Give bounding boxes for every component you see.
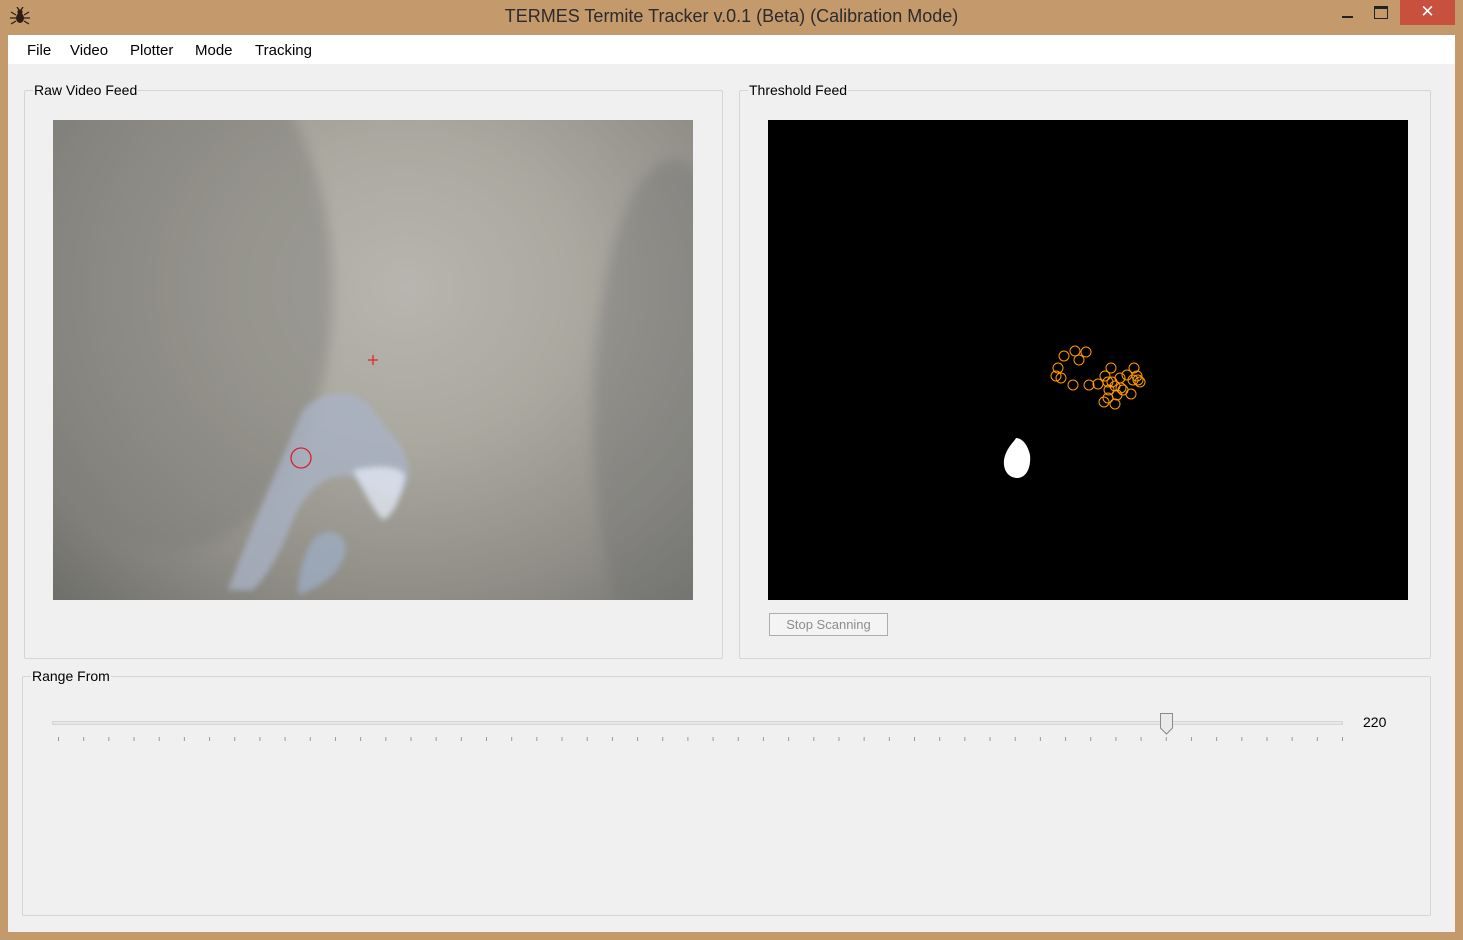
close-button[interactable]: ✕	[1400, 0, 1455, 25]
track-marker	[1069, 345, 1081, 357]
track-marker	[1067, 379, 1079, 391]
track-marker	[1134, 376, 1146, 388]
raw-video-group: Raw Video Feed	[24, 82, 723, 659]
close-icon: ✕	[1420, 2, 1435, 21]
threshold-frame	[1003, 345, 1146, 478]
menu-file[interactable]: File	[27, 42, 51, 59]
track-marker	[1125, 388, 1137, 400]
main-window: File Video Plotter Mode Tracking Raw Vid…	[8, 35, 1455, 932]
raw-video-label: Raw Video Feed	[33, 82, 139, 98]
range-slider-track[interactable]	[52, 721, 1343, 725]
range-label: Range From	[31, 668, 111, 684]
threshold-group: Threshold Feed Stop Scanning	[739, 82, 1431, 659]
track-marker	[1073, 354, 1085, 366]
stop-scanning-button[interactable]: Stop Scanning	[769, 613, 888, 636]
window-title: TERMES Termite Tracker v.0.1 (Beta) (Cal…	[504, 6, 959, 26]
menu-plotter[interactable]: Plotter	[130, 42, 173, 59]
minimize-button[interactable]	[1335, 0, 1361, 27]
track-marker	[1058, 350, 1070, 362]
menu-mode[interactable]: Mode	[195, 42, 233, 59]
threshold-blob	[1003, 438, 1031, 478]
threshold-label: Threshold Feed	[748, 82, 849, 98]
maximize-button[interactable]	[1368, 0, 1394, 27]
threshold-video-feed[interactable]	[768, 120, 1408, 600]
track-marker	[1098, 396, 1110, 408]
track-marker	[1109, 398, 1121, 410]
raw-video-feed[interactable]	[53, 120, 693, 600]
track-marker	[1092, 378, 1104, 390]
range-value: 220	[1363, 714, 1387, 730]
termite-marker-icon	[290, 447, 312, 469]
title-bar: TERMES Termite Tracker v.0.1 (Beta) (Cal…	[0, 0, 1463, 35]
track-history-markers	[1050, 345, 1146, 410]
track-marker	[1080, 346, 1092, 358]
slider-ticks	[58, 737, 1343, 741]
track-marker	[1083, 379, 1095, 391]
center-crosshair-icon	[368, 355, 378, 365]
menu-tracking[interactable]: Tracking	[255, 42, 312, 59]
range-group: Range From 220	[22, 668, 1431, 916]
track-marker	[1105, 362, 1117, 374]
menu-bar: File Video Plotter Mode Tracking	[8, 35, 1455, 64]
range-slider-thumb[interactable]	[1160, 713, 1174, 735]
raw-overlay	[290, 355, 378, 469]
menu-video[interactable]: Video	[70, 42, 108, 59]
